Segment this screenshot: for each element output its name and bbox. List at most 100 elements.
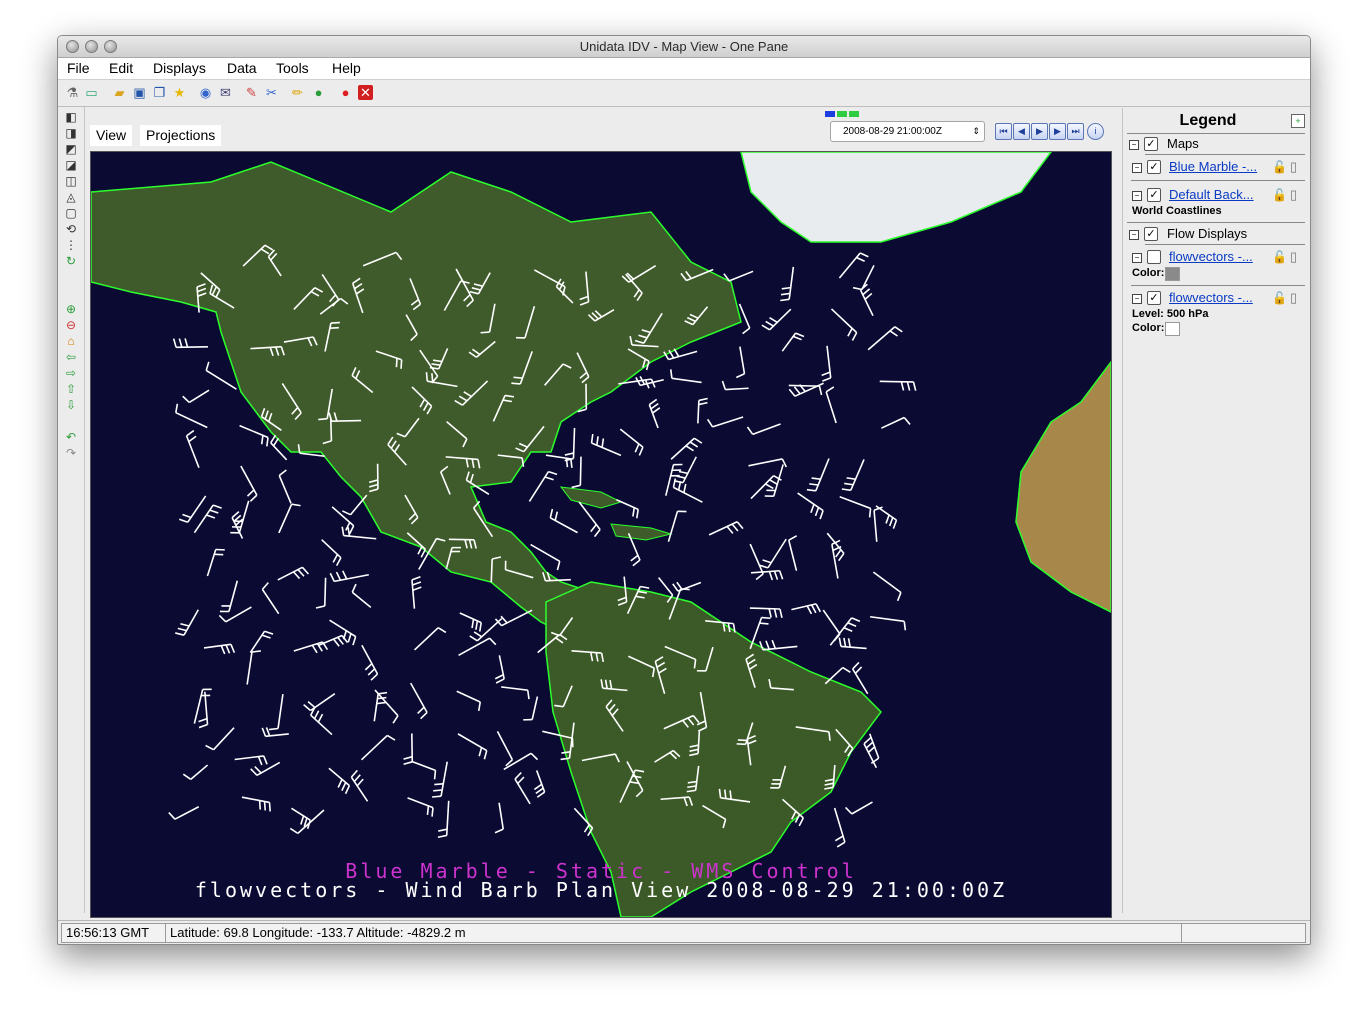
menu-bar: File Edit Displays Data Tools Help — [58, 58, 1310, 80]
level-label: Level: 500 hPa — [1132, 308, 1209, 320]
trash-icon[interactable]: ▯ — [1290, 290, 1297, 306]
view-south-icon[interactable]: ◫ — [64, 174, 78, 188]
send-mail-icon[interactable]: ✉ — [218, 85, 233, 100]
animation-info-icon[interactable]: i — [1087, 123, 1104, 140]
legend-separator — [1131, 180, 1305, 181]
favorites-icon[interactable]: ★ — [172, 85, 187, 100]
minimize-window-icon[interactable] — [85, 40, 98, 53]
menu-edit[interactable]: Edit — [109, 60, 133, 76]
map-canvas[interactable]: Blue Marble - Static - WMS Control flowv… — [91, 152, 1111, 917]
legend-item-blue-marble[interactable]: Blue Marble -... — [1169, 159, 1257, 174]
animation-time-select[interactable]: 2008-08-29 21:00:00Z ⇕ — [830, 121, 985, 142]
legend-group-maps: Maps — [1167, 136, 1199, 151]
window-title: Unidata IDV - Map View - One Pane — [579, 39, 789, 54]
view-top-icon[interactable]: ◧ — [64, 110, 78, 124]
close-red-icon[interactable]: ✕ — [358, 85, 373, 100]
zoom-in-icon[interactable]: ⊕ — [64, 302, 78, 316]
close-window-icon[interactable] — [66, 40, 79, 53]
menu-displays[interactable]: Displays — [153, 60, 206, 76]
legend-item-flowvectors-1[interactable]: flowvectors -... — [1169, 249, 1253, 264]
pan-right-icon[interactable]: ⇨ — [64, 366, 78, 380]
save-as-icon[interactable]: ❐ — [152, 85, 167, 100]
view-north-icon[interactable]: ◩ — [64, 142, 78, 156]
lock-icon[interactable]: 🔓 — [1272, 188, 1287, 202]
collapse-default-background-icon[interactable]: − — [1132, 191, 1142, 201]
help-icon[interactable]: ◉ — [198, 85, 213, 100]
pencil-icon[interactable]: ✏ — [290, 85, 305, 100]
legend-separator — [1131, 285, 1305, 286]
menu-file[interactable]: File — [67, 60, 90, 76]
toolbar: ⚗ ▭ ▰ ▣ ❐ ★ ◉ ✉ ✎ ✂ ✏ ● ● ✕ — [58, 80, 1310, 107]
trash-icon[interactable]: ▯ — [1290, 187, 1297, 203]
undo-view-icon[interactable]: ↶ — [64, 430, 78, 444]
flowvectors-2-checkbox[interactable]: ✓ — [1147, 291, 1161, 305]
legend-panel: Legend + − ✓ Maps − ✓ Blue Marble -... 🔓… — [1122, 108, 1308, 913]
redo-view-icon[interactable]: ↷ — [64, 446, 78, 460]
color-swatch[interactable] — [1165, 322, 1180, 336]
tab-projections[interactable]: Projections — [140, 125, 222, 146]
menu-tools[interactable]: Tools — [276, 60, 309, 76]
flow-displays-group-checkbox[interactable]: ✓ — [1144, 227, 1158, 241]
go-first-icon[interactable]: ⏮ — [995, 123, 1012, 140]
color-label: Color: — [1132, 322, 1165, 334]
status-bar: 16:56:13 GMT Latitude: 69.8 Longitude: -… — [58, 920, 1310, 943]
legend-item-flowvectors-2[interactable]: flowvectors -... — [1169, 290, 1253, 305]
flowvectors-1-checkbox[interactable] — [1147, 250, 1161, 264]
maps-group-checkbox[interactable]: ✓ — [1144, 137, 1158, 151]
box-icon[interactable]: ▢ — [64, 206, 78, 220]
vertical-scale-icon[interactable]: ⋮ — [64, 238, 78, 252]
trash-icon[interactable]: ▯ — [1290, 249, 1297, 265]
open-icon[interactable]: ▰ — [112, 85, 127, 100]
title-bar: Unidata IDV - Map View - One Pane — [58, 36, 1310, 58]
home-icon[interactable]: ⌂ — [64, 334, 78, 348]
view-east-icon[interactable]: ◪ — [64, 158, 78, 172]
rotate-icon[interactable]: ⟲ — [64, 222, 78, 236]
collapse-flow-displays-icon[interactable]: − — [1129, 230, 1139, 240]
blue-marble-checkbox[interactable]: ✓ — [1147, 160, 1161, 174]
pan-left-icon[interactable]: ⇦ — [64, 350, 78, 364]
step-back-icon[interactable]: ◀ — [1013, 123, 1030, 140]
status-time: 16:56:13 GMT — [61, 923, 167, 943]
save-icon[interactable]: ▣ — [132, 85, 147, 100]
legend-separator — [1127, 133, 1305, 134]
go-last-icon[interactable]: ⏭ — [1067, 123, 1084, 140]
eraser-icon[interactable]: ✎ — [244, 85, 259, 100]
cut-icon[interactable]: ✂ — [264, 85, 279, 100]
collapse-maps-icon[interactable]: − — [1129, 140, 1139, 150]
default-background-checkbox[interactable]: ✓ — [1147, 188, 1161, 202]
legend-float-icon[interactable]: + — [1291, 114, 1305, 128]
menu-data[interactable]: Data — [227, 60, 257, 76]
animation-time-value: 2008-08-29 21:00:00Z — [843, 126, 942, 137]
pan-down-icon[interactable]: ⇩ — [64, 398, 78, 412]
collapse-flowvectors-1-icon[interactable]: − — [1132, 253, 1142, 263]
play-icon[interactable]: ▶ — [1031, 123, 1048, 140]
legend-title: Legend — [1179, 112, 1237, 129]
lock-icon[interactable]: 🔓 — [1272, 160, 1287, 174]
legend-item-default-background[interactable]: Default Back... — [1169, 187, 1254, 202]
view-west-icon[interactable]: ◬ — [64, 190, 78, 204]
data-chooser-icon[interactable]: ⚗ — [65, 85, 80, 100]
new-window-icon[interactable]: ▭ — [84, 85, 99, 100]
view-sidebar: ◧ ◨ ◩ ◪ ◫ ◬ ▢ ⟲ ⋮ ↻ ⊕ ⊖ ⌂ ⇦ ⇨ ⇧ ⇩ ↶ ↷ — [58, 107, 85, 913]
step-forward-icon[interactable]: ▶ — [1049, 123, 1066, 140]
refresh-icon[interactable]: ↻ — [64, 254, 78, 268]
globe-icon[interactable]: ● — [311, 85, 326, 100]
color-swatch[interactable] — [1165, 267, 1180, 281]
animation-indicator — [825, 111, 861, 117]
stop-icon[interactable]: ● — [338, 85, 353, 100]
view-bottom-icon[interactable]: ◨ — [64, 126, 78, 140]
collapse-blue-marble-icon[interactable]: − — [1132, 163, 1142, 173]
legend-group-flow-displays: Flow Displays — [1167, 226, 1248, 241]
lock-icon[interactable]: 🔓 — [1272, 250, 1287, 264]
zoom-out-icon[interactable]: ⊖ — [64, 318, 78, 332]
menu-help[interactable]: Help — [332, 60, 361, 76]
pan-up-icon[interactable]: ⇧ — [64, 382, 78, 396]
collapse-flowvectors-2-icon[interactable]: − — [1132, 294, 1142, 304]
zoom-window-icon[interactable] — [104, 40, 117, 53]
map-display[interactable]: Blue Marble - Static - WMS Control flowv… — [90, 151, 1112, 918]
legend-separator — [1145, 244, 1305, 245]
lock-icon[interactable]: 🔓 — [1272, 291, 1287, 305]
chevron-down-icon: ⇕ — [972, 126, 980, 136]
tab-view[interactable]: View — [90, 125, 133, 146]
trash-icon[interactable]: ▯ — [1290, 159, 1297, 175]
